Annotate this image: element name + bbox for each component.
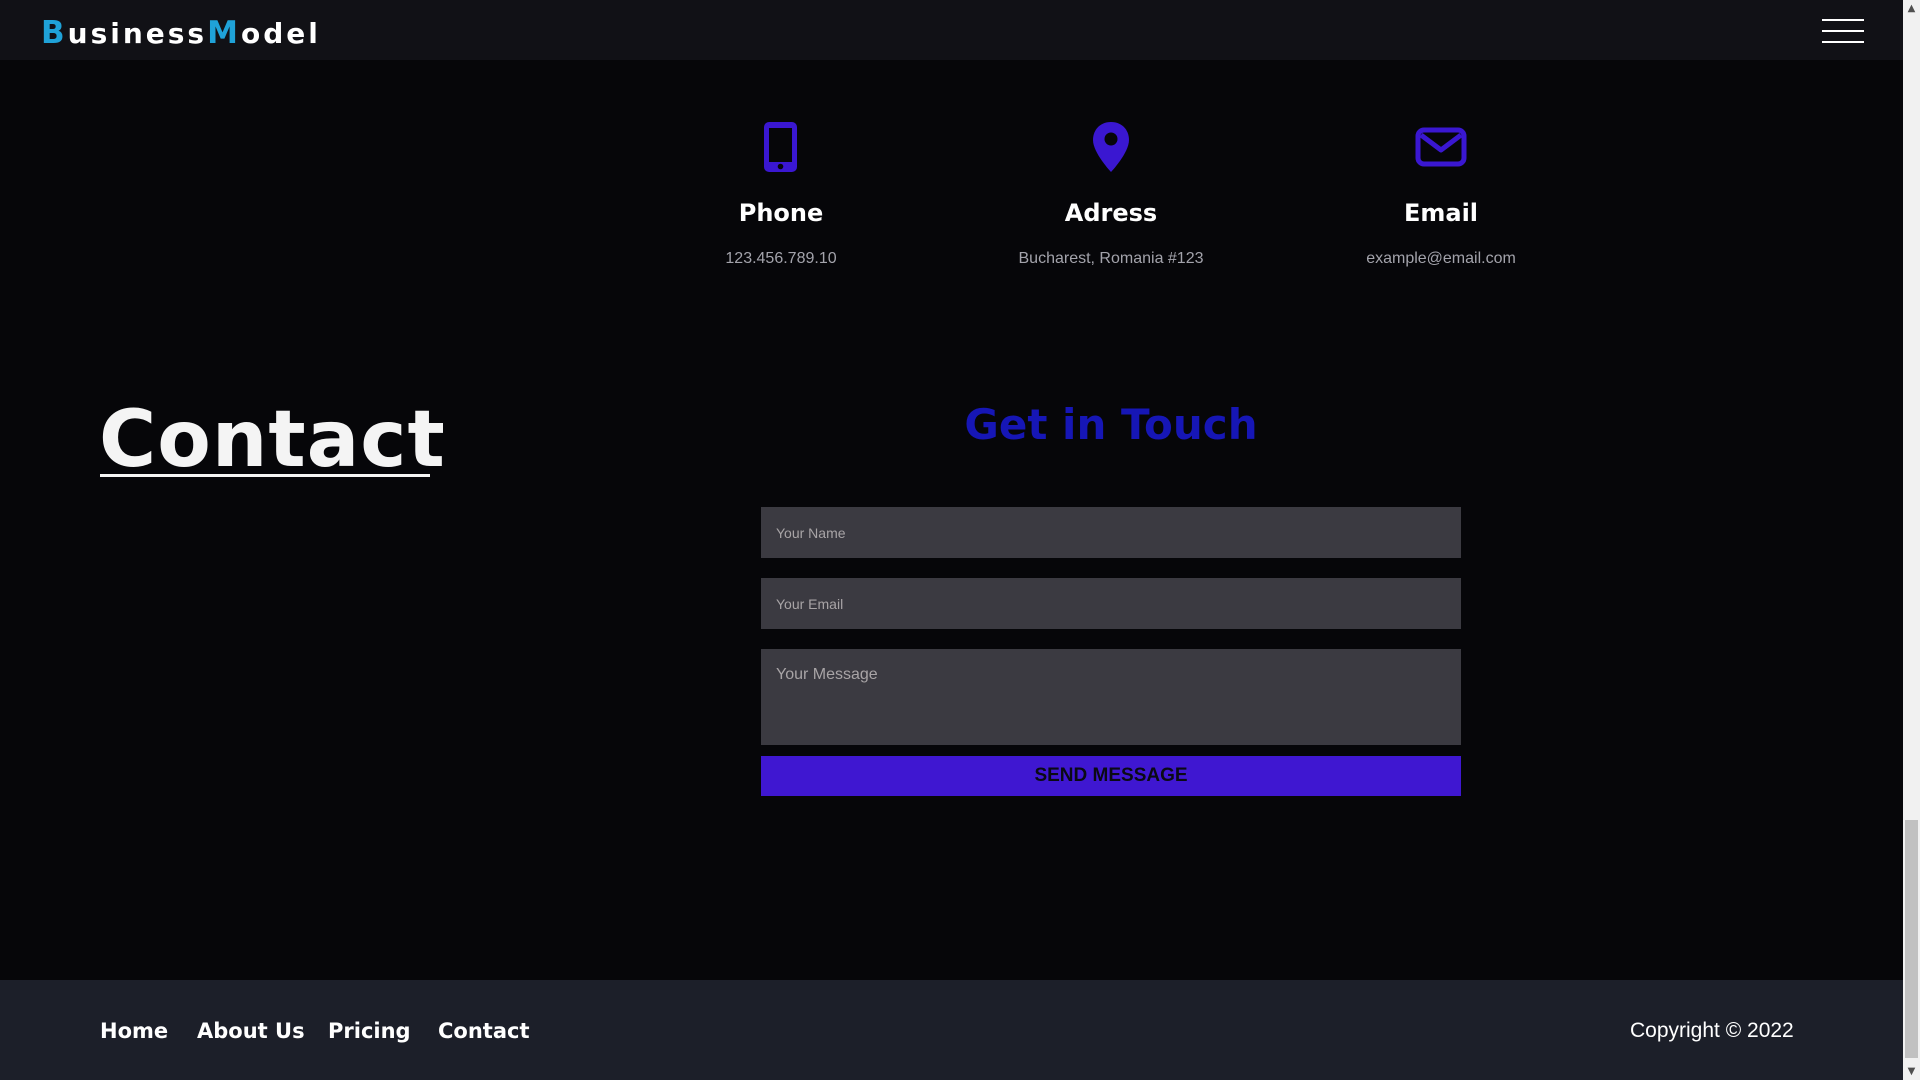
name-input[interactable] (761, 507, 1461, 558)
email-info-card: Email example@email.com (1321, 120, 1561, 268)
location-pin-icon (1093, 122, 1129, 172)
phone-info-card: Phone 123.456.789.10 (661, 120, 901, 268)
email-input[interactable] (761, 578, 1461, 629)
scroll-down-arrow-icon[interactable]: ▼ (1903, 1063, 1920, 1080)
address-info-card: Adress Bucharest, Romania #123 (991, 120, 1231, 268)
envelope-icon (1415, 127, 1467, 167)
hamburger-menu-icon[interactable] (1822, 19, 1864, 43)
brand-text-odel: odel (240, 17, 321, 50)
brand-letter-m: M (207, 15, 241, 51)
phone-icon (764, 122, 797, 172)
top-navbar: BusinessModel (0, 0, 1903, 60)
send-message-button[interactable]: SEND MESSAGE (761, 756, 1461, 796)
phone-title: Phone (738, 199, 824, 227)
footer-link-pricing[interactable]: Pricing (328, 1019, 411, 1043)
brand-letter-b: B (41, 15, 68, 51)
address-value: Bucharest, Romania #123 (1018, 250, 1204, 267)
footer: Home About Us Pricing Contact Copyright … (0, 980, 1903, 1080)
email-title: Email (1403, 199, 1479, 227)
message-textarea[interactable] (761, 649, 1461, 745)
scrollbar-thumb[interactable] (1905, 820, 1918, 1058)
footer-link-home[interactable]: Home (100, 1019, 168, 1043)
brand-text-usiness: usiness (67, 17, 208, 50)
footer-link-about-us[interactable]: About Us (197, 1019, 305, 1043)
scroll-up-arrow-icon[interactable]: ▲ (1903, 0, 1920, 17)
copyright-text: Copyright © 2022 (1630, 1019, 1794, 1042)
footer-link-contact[interactable]: Contact (438, 1019, 530, 1043)
brand-logo[interactable]: BusinessModel (41, 15, 321, 51)
email-value: example@email.com (1366, 250, 1516, 267)
page-title-underline (100, 474, 430, 477)
form-heading: Get in Touch (964, 400, 1258, 449)
address-title: Adress (1064, 199, 1158, 227)
page-title: Contact (99, 395, 446, 485)
phone-value: 123.456.789.10 (725, 250, 837, 267)
